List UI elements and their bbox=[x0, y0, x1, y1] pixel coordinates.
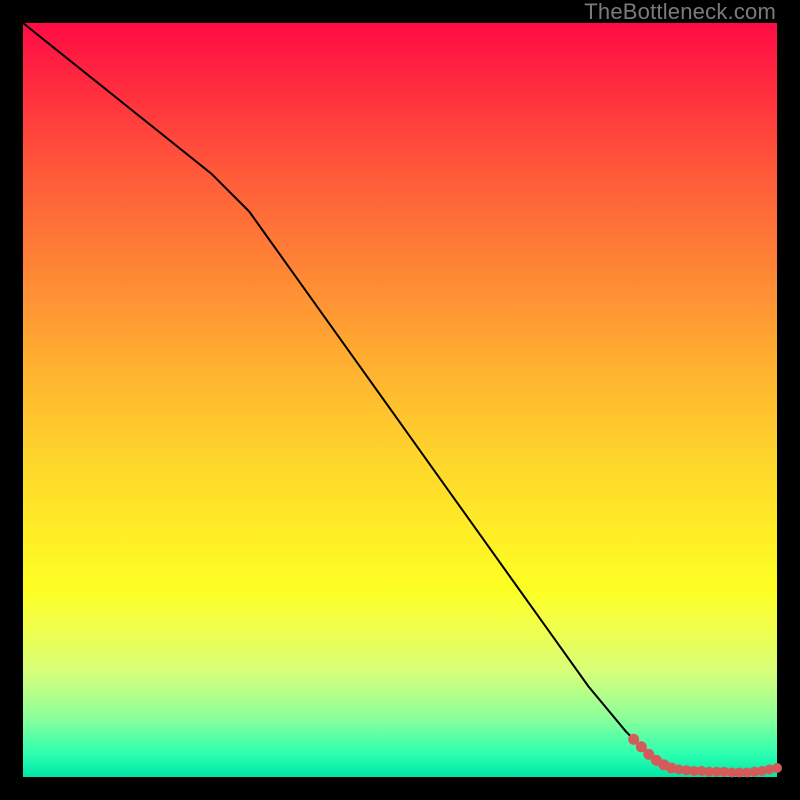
data-marker bbox=[772, 763, 782, 773]
bottleneck-curve bbox=[23, 23, 777, 773]
chart-overlay bbox=[23, 23, 777, 777]
attribution-label: TheBottleneck.com bbox=[584, 0, 776, 24]
data-markers bbox=[628, 734, 782, 778]
chart-stage: TheBottleneck.com bbox=[0, 0, 800, 800]
